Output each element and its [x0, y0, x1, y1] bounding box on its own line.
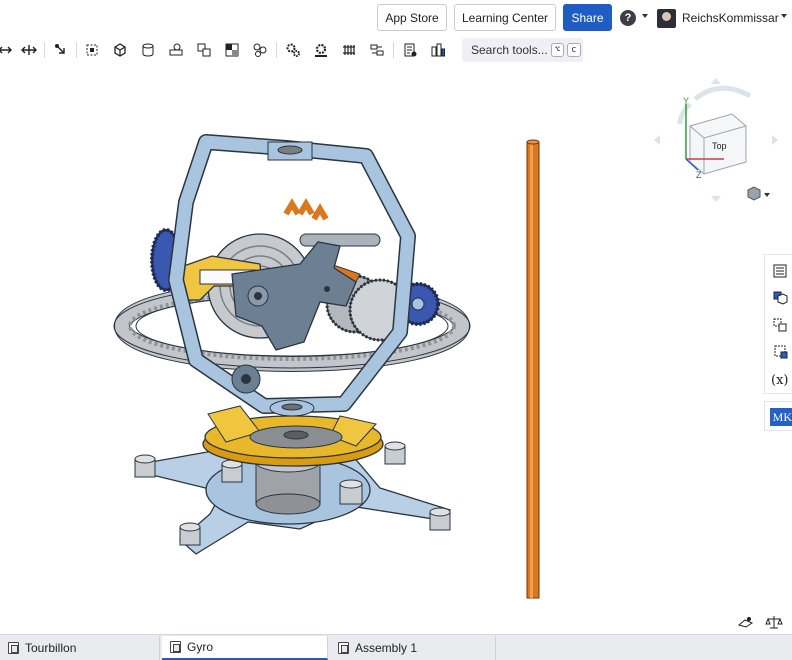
gear-relation-icon[interactable] [283, 40, 303, 60]
tab-label: Tourbillon [25, 641, 77, 655]
shortcut-option-key: ⌥ [550, 43, 565, 57]
mates-icon[interactable] [769, 314, 791, 336]
right-side-panel: (x) [764, 254, 792, 394]
onshape-app: App Store Learning Center Share ? Reichs… [0, 0, 792, 660]
bill-of-materials-icon[interactable] [400, 40, 420, 60]
share-button[interactable]: Share [563, 4, 612, 31]
tab-tourbillon[interactable]: Tourbillon [0, 636, 160, 660]
tab-label: Assembly 1 [355, 641, 418, 655]
shortcut-c-key: c [567, 43, 581, 57]
appearance-icon[interactable] [769, 287, 791, 309]
assembly-icon [338, 642, 349, 654]
fastened-mate-icon[interactable] [138, 40, 158, 60]
orange-rod[interactable] [526, 139, 540, 599]
variables-icon[interactable]: (x) [769, 368, 791, 390]
document-tabs: Tourbillon Gyro Assembly 1 [0, 634, 792, 660]
named-positions-icon[interactable] [428, 40, 448, 60]
toolbar-separator [276, 42, 277, 58]
tab-label: Gyro [187, 640, 214, 654]
view-cube-face-top[interactable]: Top [712, 141, 727, 151]
toolbar-separator [44, 42, 45, 58]
planar-mate-icon[interactable] [222, 40, 242, 60]
help-dropdown-caret-icon[interactable] [642, 14, 648, 18]
user-menu-name[interactable]: ReichsKommissar [682, 11, 779, 25]
app-store-button[interactable]: App Store [377, 4, 447, 31]
tab-gyro[interactable]: Gyro [162, 636, 328, 660]
view-options-dropdown[interactable] [746, 186, 772, 202]
axis-y-label: Y [683, 96, 689, 106]
section-view-icon[interactable] [0, 40, 15, 60]
group-icon[interactable] [250, 40, 270, 60]
linear-relation-icon[interactable] [367, 40, 387, 60]
user-avatar[interactable] [657, 9, 676, 28]
slider-mate-icon[interactable] [194, 40, 214, 60]
svg-text:(x): (x) [771, 373, 788, 387]
learning-center-button[interactable]: Learning Center [454, 4, 556, 31]
search-tools-label: Search tools... [471, 43, 548, 57]
user-dropdown-caret-icon[interactable] [781, 14, 787, 18]
search-tools-button[interactable]: Search tools... ⌥ c [462, 38, 583, 62]
mate-connector-icon[interactable] [51, 40, 71, 60]
feature-list-icon[interactable] [769, 260, 791, 282]
help-icon[interactable]: ? [620, 10, 636, 26]
explode-icon[interactable] [19, 40, 39, 60]
measure-icon[interactable] [82, 40, 102, 60]
part-studio-icon [8, 642, 19, 654]
measurement-scale-icon[interactable] [765, 614, 783, 630]
revolute-mate-icon[interactable] [166, 40, 186, 60]
toolbar-separator [76, 42, 77, 58]
section-icon[interactable] [769, 341, 791, 363]
toolbar-separator [393, 42, 394, 58]
app-panel: MK [764, 401, 792, 431]
rack-pinion-icon[interactable] [311, 40, 331, 60]
top-header: App Store Learning Center Share ? Reichs… [0, 0, 792, 36]
tab-assembly-1[interactable]: Assembly 1 [330, 636, 496, 660]
mass-properties-icon[interactable] [737, 614, 755, 630]
assembly-icon [170, 641, 181, 653]
screw-relation-icon[interactable] [339, 40, 359, 60]
insert-part-icon[interactable] [110, 40, 130, 60]
app-badge[interactable]: MK [770, 408, 792, 426]
assembly-toolbar: Search tools... ⌥ c [0, 36, 792, 64]
axis-z-label: Z [696, 170, 702, 180]
